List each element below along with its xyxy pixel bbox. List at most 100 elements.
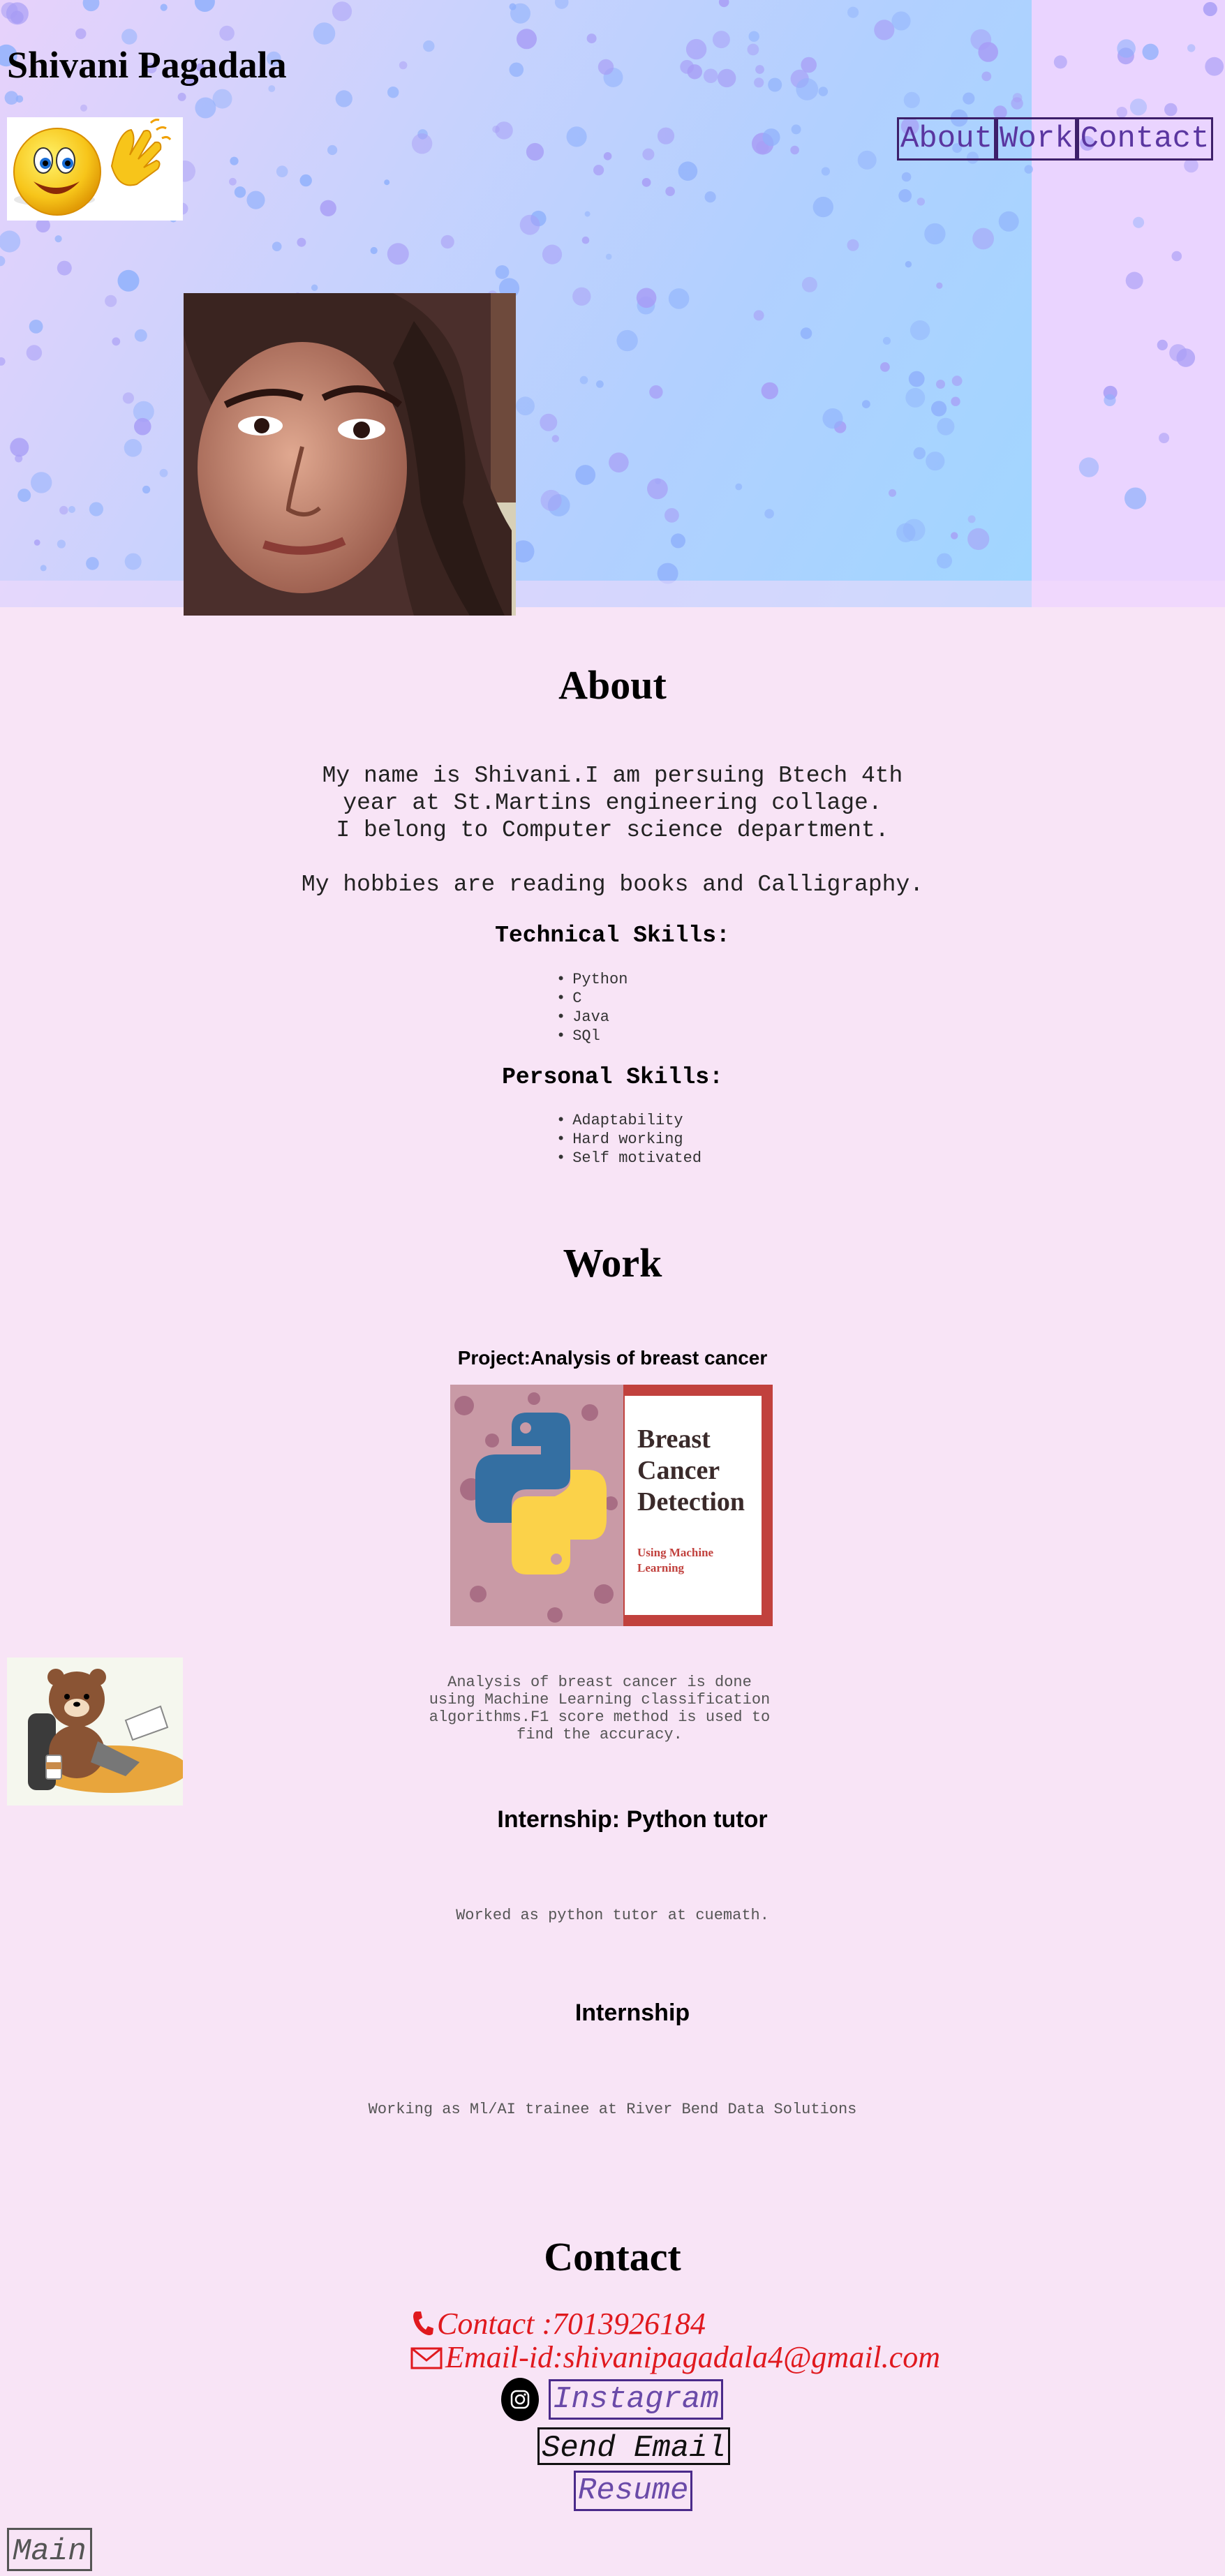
bubble	[219, 25, 235, 41]
bubble	[57, 260, 72, 276]
contact-heading: Contact	[544, 2234, 681, 2279]
project-image-subtitle-line: Using Machine	[637, 1546, 714, 1559]
resume-link[interactable]: Resume	[574, 2471, 693, 2511]
about-intro-line: My name is Shivani.I am persuing Btech 4…	[322, 763, 903, 789]
bubble	[0, 357, 6, 366]
bubble	[177, 92, 186, 101]
project-image-title-line: Cancer	[637, 1456, 720, 1485]
phone-icon	[413, 2311, 433, 2335]
about-intro-line: I belong to Computer science department.	[336, 817, 889, 843]
bubble	[924, 223, 946, 245]
bubble	[880, 362, 890, 372]
bubble	[440, 234, 454, 249]
bubble	[80, 104, 87, 112]
bubble	[967, 515, 976, 523]
bubble	[387, 243, 409, 265]
bubble	[951, 375, 963, 387]
nav-contact-link[interactable]: Contact	[1076, 117, 1213, 161]
bubble	[801, 276, 817, 292]
bubble	[581, 236, 590, 244]
bubble	[1053, 55, 1067, 69]
profile-photo	[184, 293, 516, 616]
bubble	[937, 417, 955, 435]
bubble	[575, 465, 596, 485]
project-description-line: find the accuracy.	[517, 1726, 683, 1743]
bubble	[399, 61, 408, 70]
internship-title: Internship	[574, 2000, 690, 2026]
bubble	[510, 3, 530, 24]
bubble	[299, 174, 312, 187]
bubble	[926, 452, 945, 471]
bubble	[857, 150, 877, 170]
bubble	[29, 320, 43, 334]
bubble	[596, 380, 604, 388]
bubble	[122, 392, 134, 404]
bubble	[951, 532, 958, 539]
project-image-graphic: Breast Cancer Detection Using Machine Le…	[450, 1385, 773, 1626]
bubble	[718, 0, 729, 8]
bubble	[495, 121, 513, 140]
project-description-line: using Machine Learning classification	[429, 1691, 771, 1708]
bubble	[603, 152, 612, 161]
technical-skills-list: Python C Java SQl	[556, 970, 628, 1045]
instagram-icon[interactable]	[501, 2378, 539, 2421]
bubble	[1164, 103, 1178, 117]
internship-python-tutor-desc: Worked as python tutor at cuemath.	[456, 1907, 769, 1924]
bubble	[1159, 433, 1170, 444]
bubble	[882, 336, 891, 345]
personal-skills-heading: Personal Skills:	[502, 1064, 723, 1090]
bubble	[718, 68, 736, 88]
list-item: Python	[556, 970, 628, 989]
bubble	[332, 1, 352, 22]
bubble	[593, 165, 604, 176]
bubble	[951, 396, 960, 406]
bubble	[605, 253, 612, 260]
list-item: Java	[556, 1008, 628, 1027]
bubble	[891, 11, 911, 31]
bubble	[908, 371, 925, 387]
bubble	[516, 396, 535, 416]
bubble	[791, 124, 801, 135]
nav-about-link[interactable]: About	[897, 117, 997, 161]
bubble	[320, 200, 336, 216]
bubble	[665, 508, 679, 523]
bubble	[509, 62, 524, 77]
bubble	[26, 345, 43, 361]
bubble	[117, 269, 140, 292]
bubble	[748, 31, 759, 42]
bubble	[86, 557, 99, 570]
internship-python-tutor-title: Internship: Python tutor	[497, 1806, 768, 1833]
main-button[interactable]: Main	[7, 2528, 92, 2571]
waving-emoji-image	[7, 117, 183, 221]
bubble	[905, 387, 926, 408]
bubble	[703, 68, 718, 83]
bubble	[311, 284, 318, 291]
bubble	[495, 265, 510, 279]
bubble	[68, 506, 75, 513]
portrait-illustration	[184, 293, 516, 616]
bubble	[540, 489, 562, 512]
send-email-button[interactable]: Send Email	[537, 2427, 731, 2466]
instagram-glyph	[510, 2390, 530, 2409]
bubble	[10, 438, 29, 457]
bubble	[10, 10, 24, 24]
bubble	[812, 196, 834, 218]
bubble	[963, 92, 975, 105]
bubble	[142, 485, 151, 494]
nav-work-link[interactable]: Work	[996, 117, 1077, 161]
instagram-link[interactable]: Instagram	[549, 2379, 723, 2420]
bubble	[1116, 107, 1128, 118]
bubble	[1129, 98, 1148, 116]
about-intro-line: year at St.Martins engineering collage.	[343, 790, 882, 816]
bubble	[75, 28, 87, 39]
bubble	[1024, 165, 1033, 174]
bubble	[671, 533, 685, 549]
internship-desc: Working as Ml/AI trainee at River Bend D…	[368, 2101, 857, 2118]
bubble	[747, 43, 759, 56]
site-title: Shivani Pagadala	[7, 44, 287, 86]
bubble	[910, 320, 930, 341]
bubble	[579, 375, 588, 385]
bubble	[761, 382, 779, 400]
bubble	[89, 502, 103, 516]
bubble	[898, 189, 912, 202]
